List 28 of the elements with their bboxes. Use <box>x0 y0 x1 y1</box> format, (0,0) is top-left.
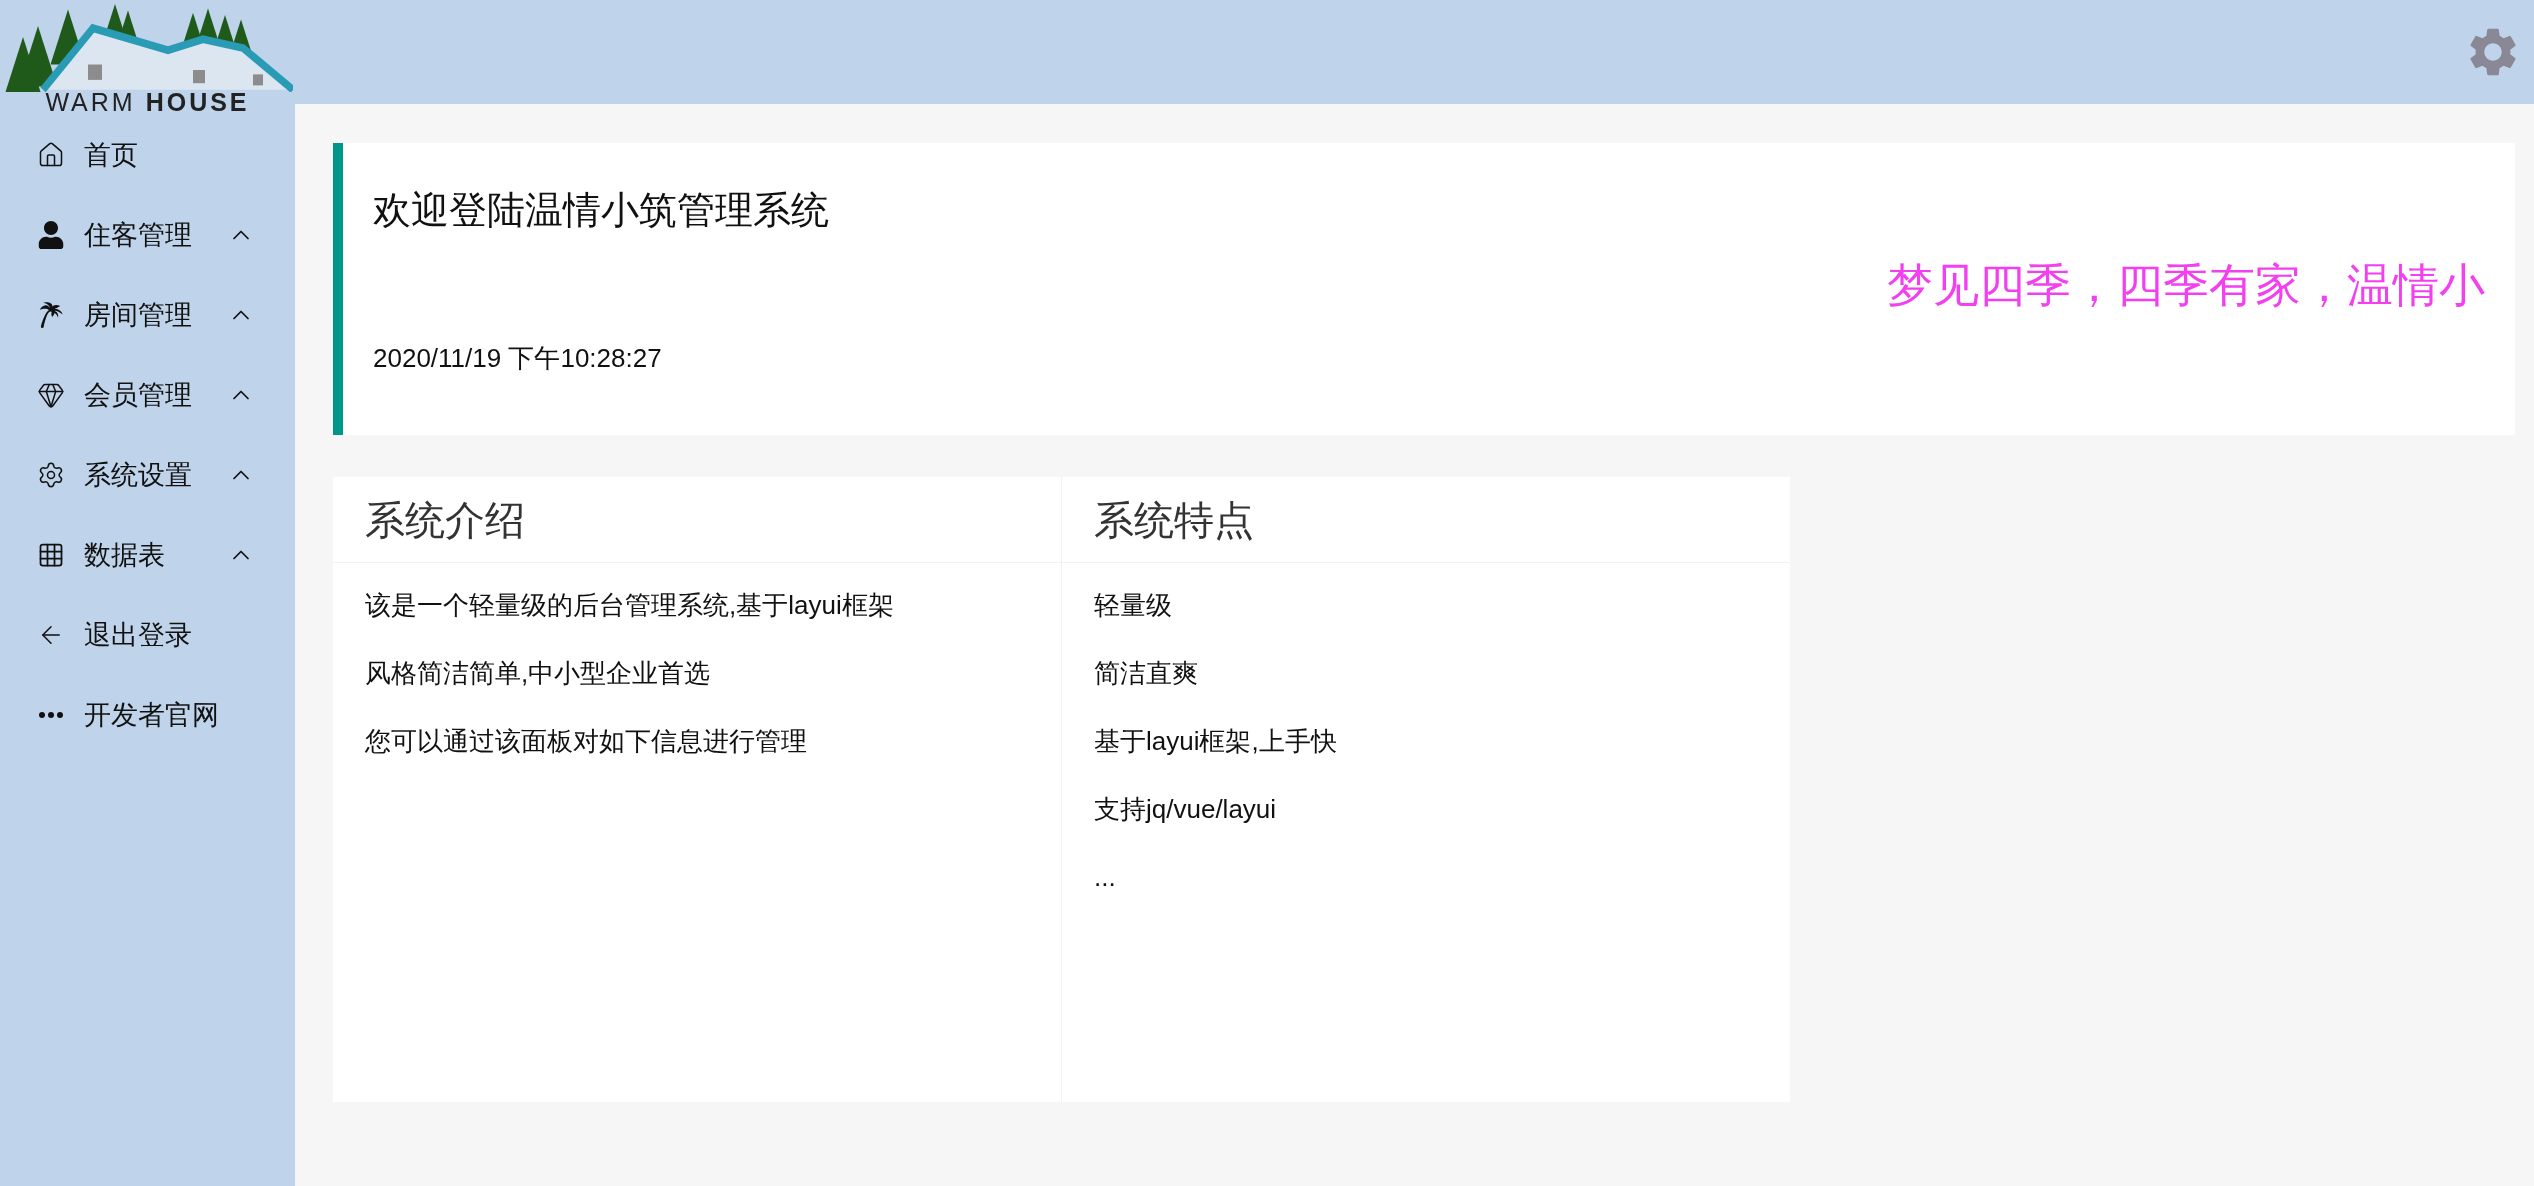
welcome-title: 欢迎登陆温情小筑管理系统 <box>373 191 830 229</box>
panel-text: 基于layui框架,上手快 <box>1094 725 1338 757</box>
logo-text: WARM HOUSE <box>45 90 250 115</box>
home-icon <box>37 141 65 169</box>
sidebar-item[interactable]: 住客管理 <box>0 195 295 275</box>
slogan-text: 梦见四季，四季有家，温情小 <box>1887 263 2485 309</box>
sidebar-item[interactable]: 退出登录 <box>0 595 295 675</box>
panel-text: 该是一个轻量级的后台管理系统,基于layui框架 <box>365 589 895 621</box>
panel-text: 轻量级 <box>1094 589 1173 621</box>
panel-title: 系统介绍 <box>365 496 525 544</box>
panel-title: 系统特点 <box>1094 496 1254 544</box>
date-time: 2020/11/19 下午10:28:27 <box>373 345 663 371</box>
user-icon <box>37 221 65 249</box>
sidebar-item[interactable]: 系统设置 <box>0 435 295 515</box>
sidebar-item[interactable]: 数据表 <box>0 515 295 595</box>
table-icon <box>37 541 65 569</box>
sidebar-item[interactable]: 会员管理 <box>0 355 295 435</box>
sidebar-item[interactable]: 房间管理 <box>0 275 295 355</box>
panel-text: ... <box>1094 861 1117 893</box>
settings-icon <box>37 461 65 489</box>
panel-text: 您可以通过该面板对如下信息进行管理 <box>365 725 808 757</box>
panel-text: 简洁直爽 <box>1094 657 1199 689</box>
panel-text: 风格简洁简单,中小型企业首选 <box>365 657 712 689</box>
sidebar-item[interactable]: 开发者官网 <box>0 675 295 755</box>
panel-text: 支持jq/vue/layui <box>1094 793 1278 825</box>
more-icon <box>39 712 63 718</box>
diamond-icon <box>37 381 65 409</box>
sidebar-item[interactable]: 首页 <box>0 115 295 195</box>
